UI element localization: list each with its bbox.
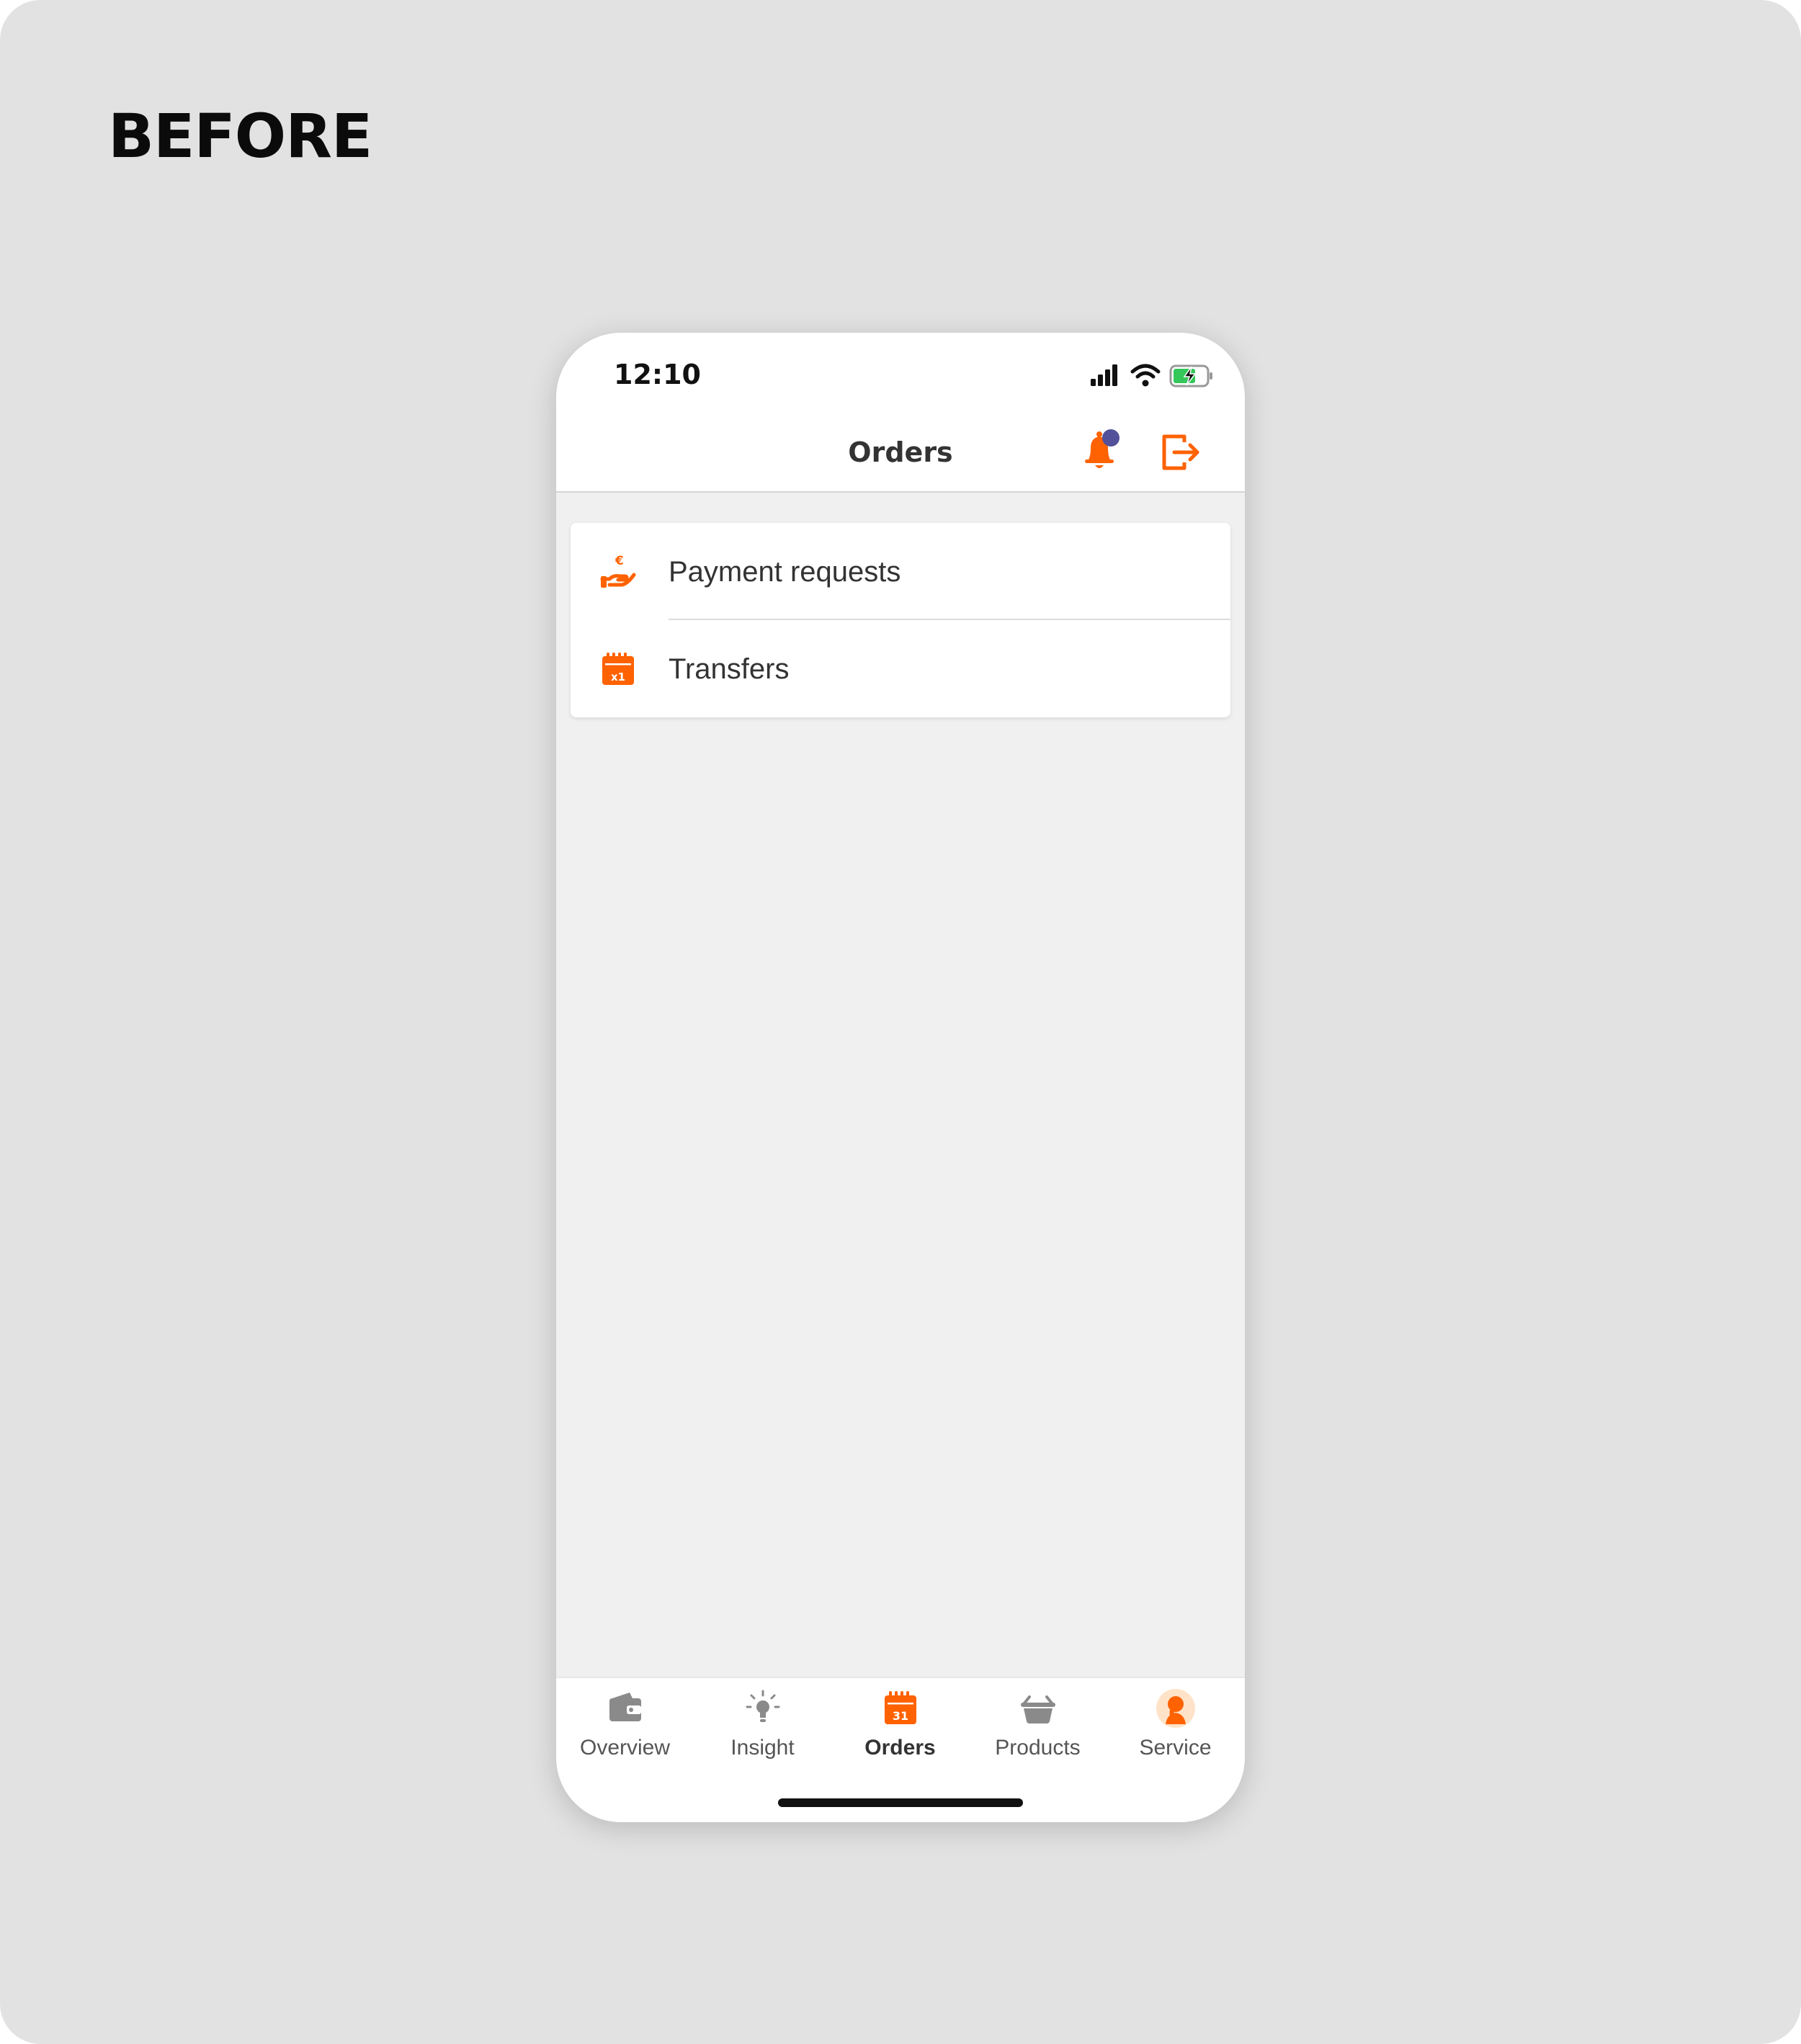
menu-item-label: Transfers	[669, 653, 790, 685]
phone-frame: 12:10 Orders € Payment requests x1 Trans…	[556, 333, 1245, 1822]
logout-icon[interactable]	[1158, 431, 1202, 474]
hand-euro-icon: €	[600, 554, 636, 588]
wallet-icon	[609, 1693, 641, 1721]
orders-menu-card: € Payment requests x1 Transfers	[571, 523, 1230, 717]
tab-service[interactable]: Service	[1107, 1678, 1244, 1786]
battery-icon	[1169, 364, 1212, 387]
menu-item-label: Payment requests	[669, 556, 901, 588]
tab-insight[interactable]: Insight	[694, 1678, 831, 1786]
home-indicator[interactable]	[778, 1798, 1023, 1807]
svg-text:31: 31	[892, 1709, 908, 1723]
top-bar: 12:10 Orders	[556, 333, 1245, 493]
basket-icon	[1020, 1695, 1055, 1723]
tab-label: Orders	[864, 1736, 936, 1760]
tab-overview[interactable]: Overview	[556, 1678, 694, 1786]
status-time: 12:10	[614, 359, 701, 390]
tab-label: Overview	[579, 1736, 671, 1760]
menu-item-payment-requests[interactable]: € Payment requests	[571, 523, 1230, 620]
page-title: Orders	[848, 436, 953, 468]
wifi-icon	[1130, 364, 1161, 387]
status-icons	[1091, 364, 1212, 387]
tab-label: Insight	[730, 1736, 795, 1760]
signal-icon	[1091, 364, 1117, 386]
svg-text:€: €	[615, 554, 624, 568]
tab-products[interactable]: Products	[969, 1678, 1107, 1786]
tab-orders[interactable]: 31 Orders	[831, 1678, 969, 1786]
svg-text:x1: x1	[611, 671, 625, 683]
notification-bell-icon[interactable]	[1078, 428, 1124, 474]
calendar-x1-icon: x1	[602, 653, 634, 685]
notification-dot	[1102, 429, 1120, 447]
calendar-icon: 31	[884, 1691, 916, 1724]
bottom-tab-bar: Overview Insight 31 Orders Products Serv…	[556, 1677, 1245, 1822]
menu-item-transfers[interactable]: x1 Transfers	[571, 620, 1230, 717]
page-heading: BEFORE	[108, 101, 372, 171]
tab-label: Products	[995, 1736, 1081, 1760]
lightbulb-icon	[746, 1690, 779, 1722]
tab-label: Service	[1139, 1736, 1212, 1760]
person-avatar-icon	[1156, 1689, 1195, 1728]
canvas: BEFORE 12:10 Orders € Payment requests x…	[0, 0, 1801, 2044]
